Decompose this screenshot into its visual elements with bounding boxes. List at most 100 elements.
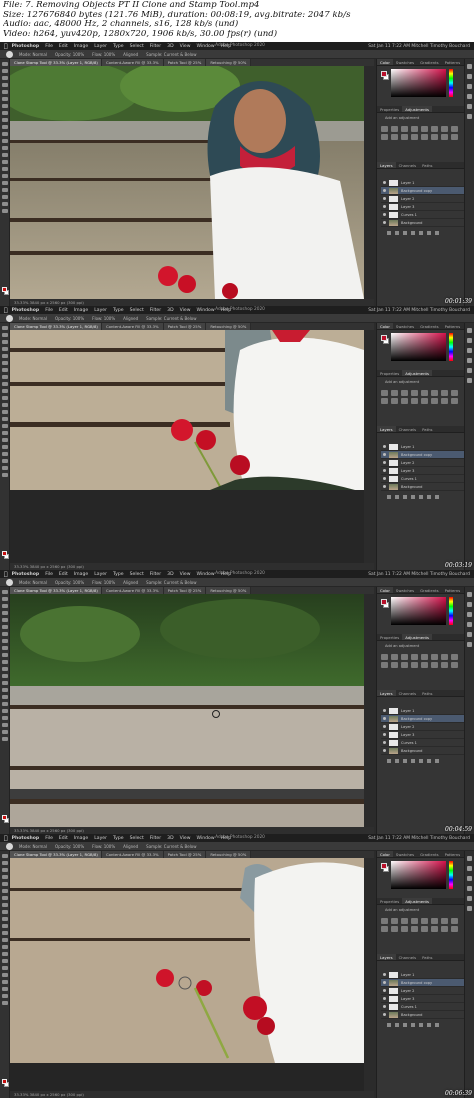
layer-action-icon[interactable]	[387, 759, 391, 763]
color-field[interactable]	[391, 333, 446, 361]
adjustment-icon[interactable]	[431, 398, 438, 404]
dock-icon[interactable]	[467, 348, 472, 353]
visibility-eye-icon[interactable]	[383, 741, 386, 744]
adjustment-icon[interactable]	[401, 398, 408, 404]
menu-item-edit[interactable]: Edit	[59, 44, 68, 49]
adjustment-icon[interactable]	[391, 398, 398, 404]
apple-icon[interactable]: 	[4, 43, 8, 50]
visibility-eye-icon[interactable]	[383, 485, 386, 488]
tool-icon[interactable]	[2, 660, 8, 664]
tool-icon[interactable]	[2, 938, 8, 942]
tool-icon[interactable]	[2, 854, 8, 858]
layer-action-icon[interactable]	[411, 759, 415, 763]
fg-color-chip[interactable]	[381, 71, 387, 77]
menu-item-filter[interactable]: Filter	[150, 572, 161, 577]
menu-item-image[interactable]: Image	[74, 308, 88, 313]
tool-icon[interactable]	[2, 987, 8, 991]
user-name[interactable]: Mitchell Timothy Bouchard	[411, 572, 470, 577]
tool-icon[interactable]	[2, 695, 8, 699]
apple-icon[interactable]: 	[4, 571, 8, 578]
document-tab[interactable]: Clone Stamp Tool @ 33.3% (Layer 1, RGB/8…	[10, 323, 102, 330]
menu-item-image[interactable]: Image	[74, 836, 88, 841]
layer-action-icon[interactable]	[427, 231, 431, 235]
panel-tab[interactable]: Channels	[396, 954, 420, 960]
tool-icon[interactable]	[2, 667, 8, 671]
brush-preset-icon[interactable]	[6, 50, 13, 58]
panel-tab[interactable]: Paths	[419, 162, 435, 168]
layer-row[interactable]: Layer 3	[381, 203, 470, 211]
document-tab[interactable]: Clone Stamp Tool @ 33.3% (Layer 1, RGB/8…	[10, 851, 102, 858]
app-menu-photoshop[interactable]: Photoshop	[12, 308, 40, 313]
document-tab[interactable]: Clone Stamp Tool @ 33.3% (Layer 1, RGB/8…	[10, 59, 102, 66]
adjustment-icon[interactable]	[411, 126, 418, 132]
dock-icon[interactable]	[467, 94, 472, 99]
tool-icon[interactable]	[2, 403, 8, 407]
menu-item-layer[interactable]: Layer	[94, 836, 107, 841]
adjustment-icon[interactable]	[411, 918, 418, 924]
visibility-eye-icon[interactable]	[383, 445, 386, 448]
tool-icon[interactable]	[2, 917, 8, 921]
tool-icon[interactable]	[2, 604, 8, 608]
dock-icon[interactable]	[467, 642, 472, 647]
adjustment-icon[interactable]	[451, 398, 458, 404]
adjustment-icon[interactable]	[381, 398, 388, 404]
layer-row[interactable]: Curves 1	[381, 1003, 470, 1011]
layer-action-icon[interactable]	[403, 231, 407, 235]
dock-icon[interactable]	[467, 64, 472, 69]
app-menu-photoshop[interactable]: Photoshop	[12, 836, 40, 841]
visibility-eye-icon[interactable]	[383, 973, 386, 976]
panel-tab[interactable]: Layers	[377, 690, 396, 696]
tool-icon[interactable]	[2, 681, 8, 685]
dock-icon[interactable]	[467, 338, 472, 343]
adjustment-icon[interactable]	[431, 918, 438, 924]
adjustment-icon[interactable]	[451, 390, 458, 396]
tool-icon[interactable]	[2, 861, 8, 865]
layer-row[interactable]: Background copy	[381, 715, 470, 723]
visibility-eye-icon[interactable]	[383, 205, 386, 208]
adjustment-icon[interactable]	[381, 134, 388, 140]
layer-action-icon[interactable]	[419, 231, 423, 235]
layer-row[interactable]: Layer 1	[381, 707, 470, 715]
adjustment-icon[interactable]	[421, 134, 428, 140]
tool-icon[interactable]	[2, 945, 8, 949]
color-picker[interactable]	[381, 333, 470, 367]
tool-icon[interactable]	[2, 1001, 8, 1005]
adjustment-icon[interactable]	[391, 654, 398, 660]
layer-action-icon[interactable]	[419, 1023, 423, 1027]
dock-icon[interactable]	[467, 866, 472, 871]
menu-item-file[interactable]: File	[45, 308, 53, 313]
visibility-eye-icon[interactable]	[383, 981, 386, 984]
option-item[interactable]: Sample: Current & Below	[146, 316, 196, 321]
document-tab[interactable]: Content-Aware Fill @ 33.3%	[102, 59, 164, 66]
panel-tab[interactable]: Properties	[377, 106, 402, 112]
panel-tab[interactable]: Color	[377, 587, 393, 593]
panel-tab[interactable]: Gradients	[417, 851, 442, 857]
dock-icon[interactable]	[467, 328, 472, 333]
document-tab[interactable]: Retouching @ 50%	[206, 587, 252, 594]
panel-tab[interactable]: Adjustments	[402, 370, 432, 376]
tool-icon[interactable]	[2, 375, 8, 379]
tool-icon[interactable]	[2, 90, 8, 94]
visibility-eye-icon[interactable]	[383, 717, 386, 720]
dock-icon[interactable]	[467, 368, 472, 373]
adjustment-icon[interactable]	[431, 926, 438, 932]
panel-tab[interactable]: Properties	[377, 634, 402, 640]
tool-icon[interactable]	[2, 368, 8, 372]
tool-icon[interactable]	[2, 466, 8, 470]
tool-icon[interactable]	[2, 153, 8, 157]
adjustment-icon[interactable]	[401, 918, 408, 924]
tool-icon[interactable]	[2, 702, 8, 706]
layer-action-icon[interactable]	[419, 495, 423, 499]
adjustment-icon[interactable]	[441, 398, 448, 404]
adjustment-icon[interactable]	[391, 918, 398, 924]
tool-icon[interactable]	[2, 994, 8, 998]
layer-action-icon[interactable]	[411, 495, 415, 499]
hue-slider[interactable]	[449, 597, 453, 625]
layer-action-icon[interactable]	[395, 759, 399, 763]
adjustment-icon[interactable]	[381, 126, 388, 132]
image-canvas[interactable]	[10, 594, 364, 827]
adjustment-icon[interactable]	[421, 918, 428, 924]
panel-tab[interactable]: Color	[377, 59, 393, 65]
tool-icon[interactable]	[2, 174, 8, 178]
tool-icon[interactable]	[2, 69, 8, 73]
